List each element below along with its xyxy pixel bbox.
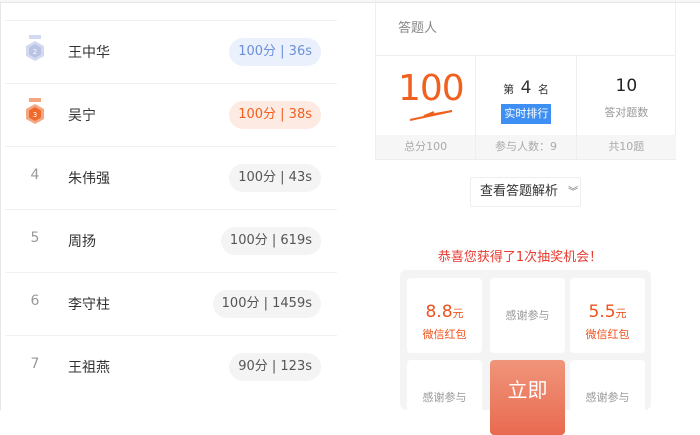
result-card: 答题人 100 总分100 第 4 名 实时排行 参与人数：9 10 答对题数 … [375,0,676,160]
bronze-medal-icon: 3 [25,98,45,132]
prize-label: 微信红包 [422,328,467,341]
rank-prefix: 第 [503,83,515,96]
prize-unit: 元 [615,307,627,320]
ranking-row: 5 周扬 100分 | 619s [5,209,337,272]
rank-number: 4 [30,167,40,183]
participant-name: 朱伟强 [68,171,110,187]
prize-amount: 5.5 [588,302,616,322]
thanks-label: 感谢参与 [585,391,630,404]
score: 100分 [229,233,268,248]
rank-value: 4 [520,78,532,98]
thanks-label: 感谢参与 [422,391,467,404]
thanks-label: 感谢参与 [505,309,550,322]
rank-number: 6 [30,293,40,309]
thanks-cell: 感谢参与 [407,360,482,435]
ranking-row: 3 吴宁 100分 | 38s [5,83,337,146]
score-value: 100 [398,68,465,109]
time: 43s [288,170,312,185]
time: 123s [280,359,312,374]
prize-label: 微信红包 [585,328,630,341]
participant-name: 王中华 [68,45,110,61]
lottery-congrats: 恭喜您获得了1次抽奖机会！ [437,250,603,265]
score-badge: 100分 | 619s [220,227,321,255]
ranking-row: 4 朱伟强 100分 | 43s [5,146,337,209]
realtime-ranking-button[interactable]: 实时排行 [501,104,552,124]
correct-value: 10 [615,76,638,96]
time: 1459s [272,296,312,311]
score-badge: 100分 | 43s [229,164,321,192]
score-underline-icon [409,110,453,121]
score-badge: 100分 | 38s [229,101,321,129]
ranking-row: 6 李守柱 100分 | 1459s [5,272,337,335]
score: 100分 [238,170,277,185]
prize-cell: 5.5元微信红包 [570,278,645,353]
score: 100分 [221,296,260,311]
double-chevron-down-icon: ︾ [568,187,579,198]
participant-name: 吴宁 [68,108,96,124]
time: 619s [280,233,312,248]
participant-name: 李守柱 [68,297,110,313]
score-badge: 90分 | 123s [229,353,321,381]
svg-text:2: 2 [33,48,37,56]
time: 38s [288,107,312,122]
draw-now-button[interactable]: 立即 [490,360,565,435]
ranking-row: 7 王祖燕 90分 | 123s [5,335,337,398]
rank-stat: 第 4 名 实时排行 参与人数：9 [476,56,577,159]
lottery-grid: 8.8元 微信红包 感谢参与 5.5元 微信红包 感谢参与 立即 感谢参与 [400,270,651,435]
silver-medal-icon: 2 [25,35,45,69]
score: 100分 [238,44,277,59]
prize-amount: 8.8 [425,302,453,322]
score-badge: 100分 | 1459s [212,290,321,318]
thanks-cell: 感谢参与 [570,360,645,435]
score: 100分 [238,107,277,122]
view-analysis-button[interactable]: 查看答题解析 ︾ [470,177,581,207]
total-questions: 共10题 [576,135,676,159]
rank-number: 5 [30,230,40,246]
view-analysis-label: 查看答题解析 [480,184,559,199]
correct-label: 答对题数 [604,106,649,119]
thanks-cell: 感谢参与 [490,278,565,353]
time: 36s [288,44,312,59]
rank-number: 7 [30,356,40,372]
draw-label: 立即 [507,378,548,402]
participant-name: 周扬 [68,234,96,250]
ranking-row: 2 王中华 100分 | 36s [5,20,337,83]
score-stat: 100 总分100 [376,56,477,159]
rank-suffix: 名 [537,83,549,96]
ranking-list: 2 王中华 100分 | 36s 3 吴宁 100分 | 38s 4 朱伟强 100分 | 43… [0,3,337,410]
svg-text:3: 3 [33,111,37,119]
respondent-label: 答题人 [398,21,438,36]
participant-name: 王祖燕 [68,360,110,376]
total-score: 总分100 [376,135,476,159]
prize-cell: 8.8元微信红包 [407,278,482,353]
correct-stat: 10 答对题数 共10题 [576,56,676,159]
score-badge: 100分 | 36s [229,38,321,66]
participants: 参与人数：9 [476,135,576,159]
prize-unit: 元 [452,307,464,320]
score: 90分 [238,359,268,374]
